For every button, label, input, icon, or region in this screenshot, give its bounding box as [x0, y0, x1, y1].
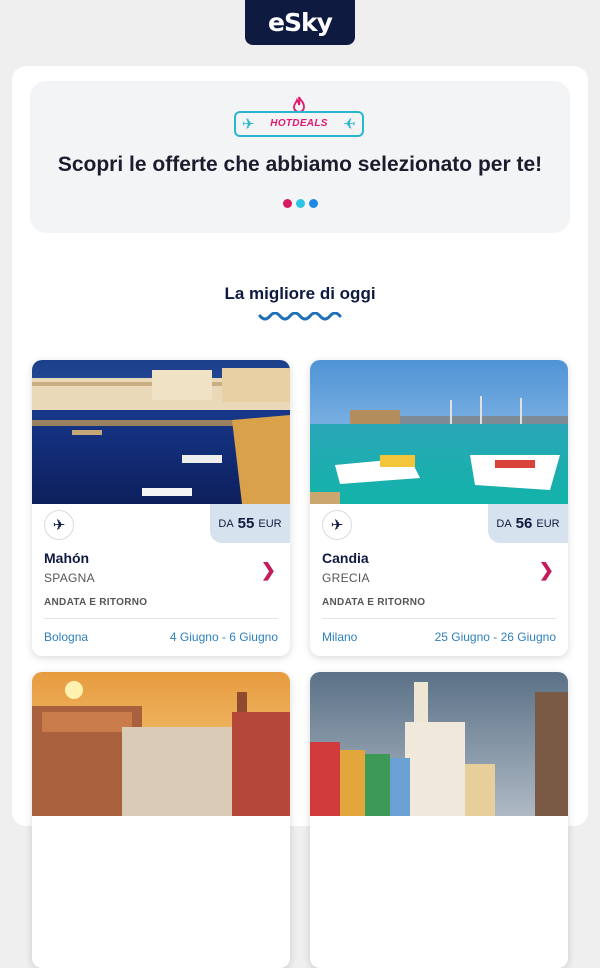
deal-card[interactable]	[32, 672, 290, 968]
logo-text: eSky	[268, 8, 333, 37]
flight-icon: ✈	[44, 510, 74, 540]
trip-type: ANDATA E RITORNO	[44, 597, 148, 608]
carousel-dots	[30, 199, 570, 208]
deal-photo-mahon	[32, 360, 290, 504]
price-prefix: DA	[496, 517, 512, 530]
divider	[322, 618, 556, 619]
flight-icon: ✈	[322, 510, 352, 540]
main-container: ✈ HOTDEALS ✈ Scopri le offerte che abbia…	[12, 66, 588, 968]
carousel-dot[interactable]	[295, 199, 305, 208]
divider	[44, 618, 278, 619]
deal-card[interactable]: ✈ DA 56 EUR Candia GRECIA ❯ ANDATA E RIT…	[310, 360, 568, 656]
plane-icon: ✈	[343, 116, 356, 133]
departure-city: Milano	[322, 630, 358, 644]
destination-city[interactable]: Candia	[322, 550, 369, 566]
hero-title: Scopri le offerte che abbiamo selezionat…	[57, 153, 543, 176]
price-tag: DA 56 EUR	[488, 504, 568, 543]
carousel-dot[interactable]	[308, 199, 318, 208]
price-currency: EUR	[258, 517, 282, 530]
chevron-right-icon[interactable]: ❯	[261, 560, 276, 581]
price-prefix: DA	[218, 517, 234, 530]
price-tag: DA 55 EUR	[210, 504, 290, 543]
trip-type: ANDATA E RITORNO	[322, 597, 426, 608]
destination-country: SPAGNA	[44, 571, 95, 585]
esky-logo[interactable]: eSky	[245, 0, 355, 45]
departure-city: Bologna	[44, 630, 89, 644]
price-value: 56	[515, 515, 533, 532]
destination-city[interactable]: Mahón	[44, 550, 89, 566]
hotdeals-badge: ✈ HOTDEALS ✈	[234, 111, 364, 137]
carousel-dot[interactable]	[282, 199, 292, 208]
deal-card[interactable]	[310, 672, 568, 968]
hero-banner: ✈ HOTDEALS ✈ Scopri le offerte che abbia…	[30, 81, 570, 233]
section-title: La migliore di oggi	[224, 284, 376, 303]
travel-dates: 25 Giugno - 26 Giugno	[434, 630, 556, 644]
wave-divider-icon	[258, 312, 342, 321]
chevron-right-icon[interactable]: ❯	[539, 560, 554, 581]
price-value: 55	[237, 515, 255, 532]
deal-photo-candia	[310, 360, 568, 504]
destination-country: GRECIA	[322, 571, 370, 585]
travel-dates: 4 Giugno - 6 Giugno	[169, 630, 278, 644]
deal-photo-poznan	[310, 672, 568, 816]
price-currency: EUR	[536, 517, 560, 530]
deal-photo-warsaw	[32, 672, 290, 816]
deal-card[interactable]: ✈ DA 55 EUR Mahón SPAGNA ❯ ANDATA E RITO…	[32, 360, 290, 656]
